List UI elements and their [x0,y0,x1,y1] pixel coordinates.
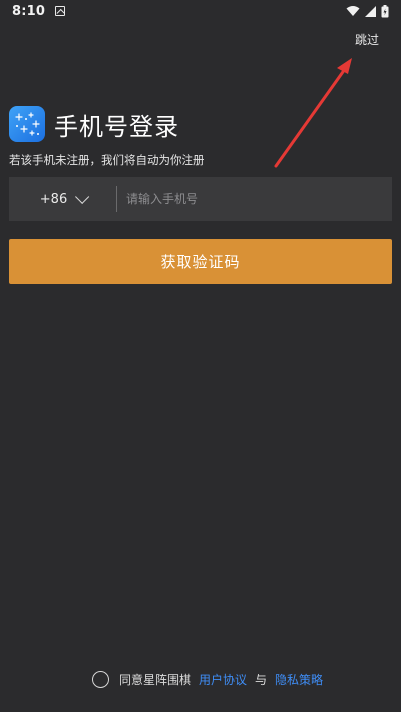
country-code-selector[interactable]: +86 [9,177,116,221]
phone-input-group: +86 [9,177,392,221]
user-agreement-link[interactable]: 用户协议 [199,671,247,688]
app-logo-icon [9,106,45,142]
wifi-icon [346,6,360,16]
status-bar: 8:10 [0,0,401,22]
status-left: 8:10 [12,3,66,19]
agree-radio[interactable] [92,671,109,688]
get-code-button[interactable]: 获取验证码 [9,239,392,284]
country-code-label: +86 [39,191,68,207]
agreement-row: 同意星阵围棋 用户协议 与 隐私策略 [92,671,323,688]
signal-icon [365,5,376,17]
battery-icon [381,4,389,17]
agreement-prefix: 同意星阵围棋 [119,673,192,687]
status-right [346,4,389,18]
title-row: 手机号登录 [9,106,179,142]
subtitle: 若该手机未注册，我们将自动为你注册 [9,153,205,167]
notification-icon [55,6,66,16]
privacy-policy-link[interactable]: 隐私策略 [275,671,323,688]
skip-button[interactable]: 跳过 [355,31,379,48]
chevron-down-icon [75,189,90,204]
status-time: 8:10 [12,3,46,19]
page-title: 手机号登录 [54,112,179,141]
phone-number-input[interactable] [117,177,392,221]
agreement-conjunction: 与 [255,673,268,687]
